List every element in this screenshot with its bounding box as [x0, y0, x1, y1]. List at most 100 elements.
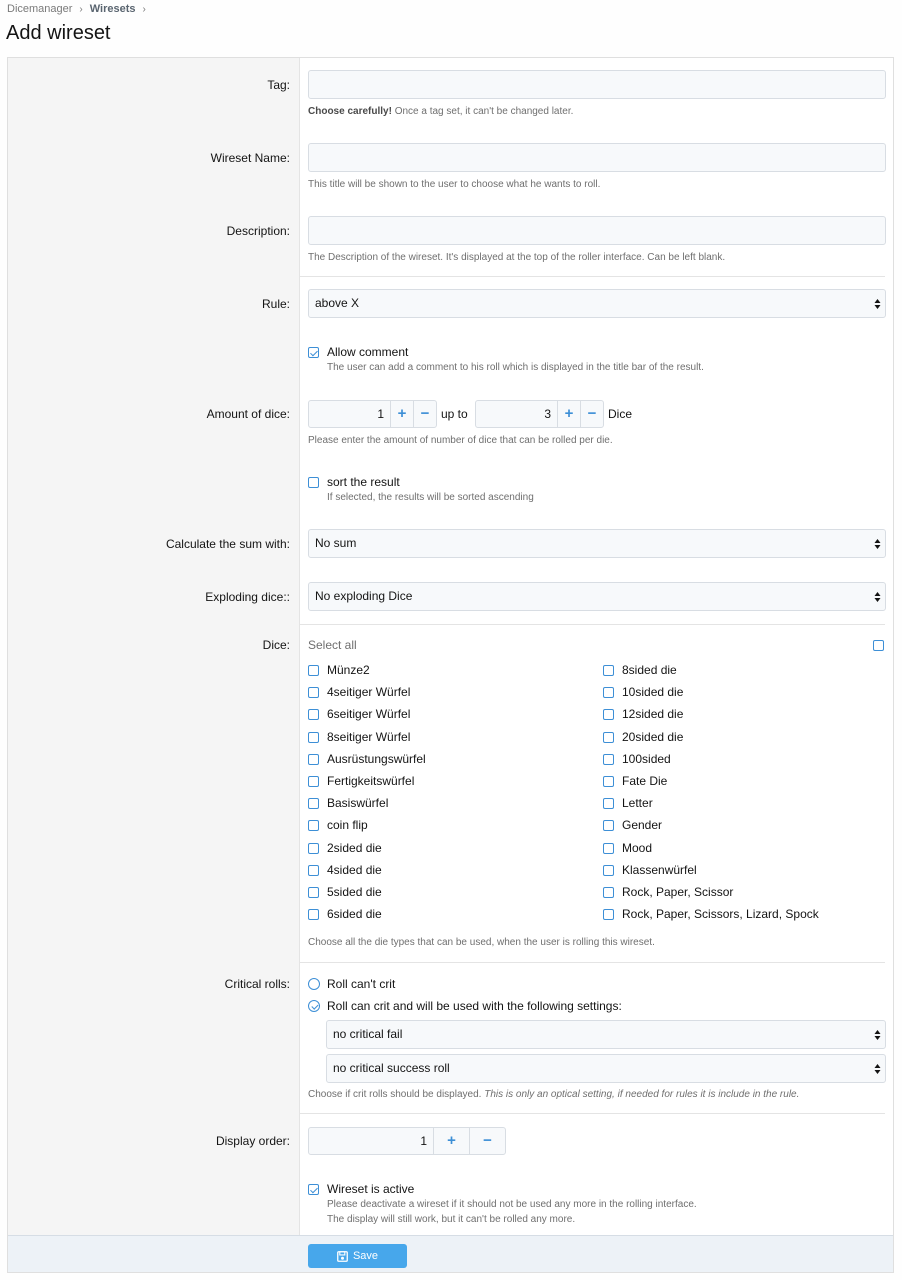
- save-button[interactable]: Save: [308, 1244, 407, 1268]
- dice-label: Dice:: [262, 638, 290, 652]
- dice-checkbox[interactable]: [603, 731, 614, 743]
- dice-checkbox[interactable]: [308, 776, 319, 787]
- minus-icon[interactable]: −: [580, 401, 603, 427]
- dice-option-label[interactable]: Letter: [622, 796, 653, 810]
- save-button-label: Save: [352, 1250, 379, 1262]
- sum-select[interactable]: No sum: [308, 529, 886, 558]
- dice-checkbox[interactable]: [603, 842, 614, 854]
- wireset-name-input[interactable]: [308, 143, 886, 172]
- plus-icon[interactable]: +: [433, 1128, 469, 1154]
- dice-option-label[interactable]: 6seitiger Würfel: [327, 707, 410, 721]
- dice-option-label[interactable]: 20sided die: [622, 730, 683, 744]
- dice-checkbox[interactable]: [603, 798, 614, 810]
- dice-option-label[interactable]: Rock, Paper, Scissors, Lizard, Spock: [622, 907, 819, 921]
- select-arrows-icon: [874, 592, 881, 602]
- dice-checkbox[interactable]: [308, 687, 319, 699]
- dice-option-label[interactable]: 4sided die: [327, 863, 382, 877]
- can-crit-label[interactable]: Roll can crit and will be used with the …: [327, 999, 622, 1013]
- display-order-value[interactable]: 1: [309, 1128, 433, 1154]
- wireset-form: Tag: Choose carefully! Once a tag set, i…: [7, 57, 894, 1273]
- exploding-dice-select[interactable]: No exploding Dice: [308, 582, 886, 611]
- dice-checkbox[interactable]: [308, 887, 319, 898]
- min-dice-value[interactable]: 1: [309, 401, 390, 427]
- page-title: Add wireset: [6, 22, 111, 44]
- dice-checkbox[interactable]: [603, 665, 614, 676]
- wireset-active-hint-1: Please deactivate a wireset if it should…: [327, 1199, 697, 1210]
- display-order-label: Display order:: [215, 1134, 290, 1148]
- dice-checkbox[interactable]: [308, 731, 319, 743]
- critical-fail-select[interactable]: no critical fail: [326, 1020, 886, 1049]
- max-dice-value[interactable]: 3: [476, 401, 557, 427]
- dice-option-label[interactable]: Gender: [622, 818, 662, 832]
- exploding-dice-label: Exploding dice::: [205, 590, 290, 604]
- minus-icon[interactable]: −: [413, 401, 436, 427]
- dice-checkbox[interactable]: [308, 753, 319, 765]
- can-crit-radio[interactable]: [308, 1000, 320, 1012]
- sort-result-checkbox[interactable]: [308, 477, 319, 488]
- sort-result-hint: If selected, the results will be sorted …: [327, 492, 534, 503]
- dice-checkbox[interactable]: [603, 753, 614, 765]
- sum-select-value: No sum: [315, 536, 357, 550]
- critical-success-value: no critical success roll: [333, 1061, 450, 1075]
- dice-option-label[interactable]: Mood: [622, 841, 652, 855]
- max-dice-stepper[interactable]: 3 + −: [475, 400, 604, 428]
- dice-option-label[interactable]: 8seitiger Würfel: [327, 730, 410, 744]
- dice-option-label[interactable]: 5sided die: [327, 885, 382, 899]
- description-input[interactable]: [308, 216, 886, 245]
- display-order-stepper[interactable]: 1 + −: [308, 1127, 506, 1155]
- rule-select[interactable]: above X: [308, 289, 886, 318]
- sort-result-label[interactable]: sort the result: [327, 475, 400, 489]
- dice-checkbox[interactable]: [308, 864, 319, 876]
- dice-option-label[interactable]: Ausrüstungswürfel: [327, 752, 426, 766]
- min-dice-stepper[interactable]: 1 + −: [308, 400, 437, 428]
- cant-crit-label[interactable]: Roll can't crit: [327, 977, 395, 991]
- dice-option-label[interactable]: 10sided die: [622, 685, 683, 699]
- dice-option-label[interactable]: Klassenwürfel: [622, 863, 697, 877]
- dice-checkbox[interactable]: [603, 709, 614, 721]
- select-arrows-icon: [874, 539, 881, 549]
- breadcrumb-root[interactable]: Dicemanager: [7, 3, 72, 15]
- dice-option-label[interactable]: coin flip: [327, 818, 368, 832]
- critical-success-select[interactable]: no critical success roll: [326, 1054, 886, 1083]
- allow-comment-checkbox[interactable]: [308, 347, 319, 358]
- wireset-active-checkbox[interactable]: [308, 1184, 319, 1195]
- dice-checkbox[interactable]: [308, 798, 319, 810]
- dice-checkbox[interactable]: [603, 820, 614, 832]
- rule-label: Rule:: [261, 297, 290, 311]
- wireset-active-label[interactable]: Wireset is active: [327, 1182, 414, 1196]
- tag-input[interactable]: [308, 70, 886, 99]
- dice-option-label[interactable]: 6sided die: [327, 907, 382, 921]
- select-arrows-icon: [874, 1030, 881, 1040]
- plus-icon[interactable]: +: [390, 401, 413, 427]
- dice-option-label[interactable]: 4seitiger Würfel: [327, 685, 410, 699]
- dice-checkbox[interactable]: [603, 864, 614, 876]
- allow-comment-hint: The user can add a comment to his roll w…: [327, 362, 704, 373]
- minus-icon[interactable]: −: [469, 1128, 505, 1154]
- wireset-active-hint-2: The display will still work, but it can'…: [327, 1214, 576, 1225]
- dice-option-label[interactable]: Basiswürfel: [327, 796, 388, 810]
- dice-option-label[interactable]: 12sided die: [622, 707, 683, 721]
- allow-comment-label[interactable]: Allow comment: [327, 345, 408, 359]
- dice-checkbox[interactable]: [308, 665, 319, 676]
- dice-option-label[interactable]: Rock, Paper, Scissor: [622, 885, 733, 899]
- select-all-label[interactable]: Select all: [308, 638, 357, 652]
- dice-option-label[interactable]: 100sided: [622, 752, 671, 766]
- dice-checkbox[interactable]: [308, 842, 319, 854]
- dice-checkbox[interactable]: [308, 909, 319, 921]
- exploding-dice-select-value: No exploding Dice: [315, 589, 413, 603]
- dice-option-label[interactable]: Münze2: [327, 663, 370, 677]
- dice-option-label[interactable]: Fate Die: [622, 774, 667, 788]
- dice-option-label[interactable]: Fertigkeitswürfel: [327, 774, 414, 788]
- plus-icon[interactable]: +: [557, 401, 580, 427]
- dice-option-label[interactable]: 2sided die: [327, 841, 382, 855]
- dice-checkbox[interactable]: [603, 887, 614, 898]
- dice-option-label[interactable]: 8sided die: [622, 663, 677, 677]
- dice-checkbox[interactable]: [603, 776, 614, 787]
- breadcrumb-current[interactable]: Wiresets: [90, 3, 136, 15]
- dice-checkbox[interactable]: [308, 709, 319, 721]
- select-all-checkbox[interactable]: [873, 640, 884, 651]
- dice-checkbox[interactable]: [603, 687, 614, 699]
- cant-crit-radio[interactable]: [308, 978, 320, 990]
- dice-checkbox[interactable]: [603, 909, 614, 921]
- dice-checkbox[interactable]: [308, 820, 319, 832]
